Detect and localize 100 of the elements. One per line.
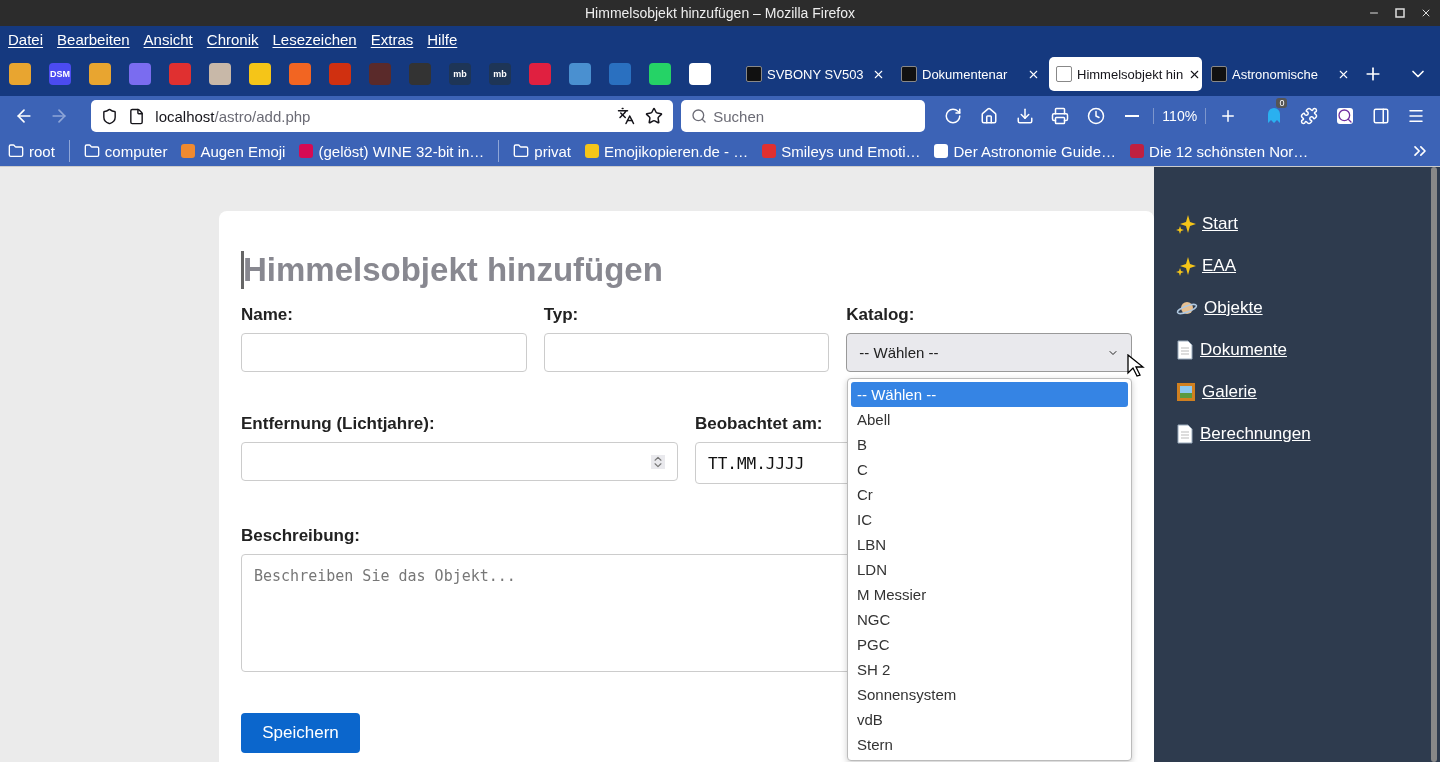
search-icon <box>1336 108 1353 124</box>
sidebar-link[interactable]: Berechnungen <box>1176 423 1311 445</box>
dropdown-option[interactable]: C <box>851 457 1128 482</box>
favicon-icon <box>1211 66 1227 82</box>
pinned-tab-icon[interactable] <box>89 63 111 85</box>
field-label: Beschreibung: <box>241 526 361 546</box>
bookmark[interactable]: (gelöst) WINE 32-bit in… <box>299 142 485 160</box>
dropdown-option[interactable]: Stern <box>851 732 1128 757</box>
pinned-tab-icon[interactable] <box>209 63 231 85</box>
address-field[interactable]: localhost/astro/add.php <box>91 100 674 132</box>
dropdown-option[interactable]: NGC <box>851 607 1128 632</box>
pinned-tab-icon[interactable] <box>249 63 271 85</box>
dropdown-option[interactable]: M Messier <box>851 582 1128 607</box>
dropdown-option[interactable]: Abell <box>851 407 1128 432</box>
dropdown-option[interactable]: vdB <box>851 707 1128 732</box>
browser-tab[interactable]: SVBONY SV503 <box>739 57 892 91</box>
menu-item[interactable]: Lesezeichen <box>272 30 357 48</box>
sidebar-icon <box>1371 107 1390 125</box>
pinned-tab-icon[interactable] <box>569 63 591 85</box>
menu-item[interactable]: Chronik <box>206 30 259 48</box>
bookmark[interactable]: Augen Emoji <box>181 142 286 160</box>
maximize-icon[interactable] <box>1394 7 1406 19</box>
field-label: Typ: <box>543 305 579 325</box>
folder-icon <box>8 143 24 159</box>
dropdown-option[interactable]: B <box>851 432 1128 457</box>
save-button[interactable]: Speichern <box>241 713 360 753</box>
document-icon <box>1176 340 1194 360</box>
home-icon <box>979 107 998 125</box>
minus-icon <box>1124 115 1139 117</box>
scrollbar-thumb[interactable] <box>1430 167 1437 762</box>
window-title: Himmelsobjekt hinzufügen – Mozilla Firefox <box>585 5 855 21</box>
dropdown-option[interactable]: -- Wählen -- <box>851 382 1128 407</box>
pinned-tab-icon[interactable]: mb <box>449 63 471 85</box>
bookmark[interactable]: Smileys und Emoti… <box>762 142 921 160</box>
menu-item[interactable]: Ansicht <box>143 30 193 48</box>
reload-icon <box>944 107 963 125</box>
dropdown-option[interactable]: PGC <box>851 632 1128 657</box>
sidebar-link[interactable]: EAA <box>1176 255 1237 277</box>
sparkles-icon <box>1176 214 1196 234</box>
clock-icon <box>1086 107 1105 125</box>
close-icon[interactable] <box>1420 7 1432 19</box>
favicon-icon <box>901 66 917 82</box>
bookmark-folder[interactable]: root <box>8 142 55 160</box>
dropdown-option[interactable]: IC <box>851 507 1128 532</box>
download-icon <box>1015 107 1034 125</box>
bookmark-folder[interactable]: privat <box>513 142 572 160</box>
favicon-icon <box>746 66 762 82</box>
field-label: Name: <box>241 305 293 325</box>
printer-icon <box>1051 107 1070 125</box>
menu-item[interactable]: Hilfe <box>427 30 458 48</box>
pinned-tab-icon[interactable] <box>529 63 551 85</box>
select-field[interactable]: -- Wählen -- <box>846 333 1132 372</box>
menu-item[interactable]: Bearbeiten <box>57 30 130 48</box>
folder-icon <box>513 143 530 159</box>
framed-picture-icon <box>1176 382 1196 402</box>
dropdown-option[interactable]: LBN <box>851 532 1128 557</box>
puzzle-icon <box>1300 107 1319 125</box>
pinned-tab-icon[interactable] <box>689 63 711 85</box>
spinner-icon[interactable] <box>651 454 665 469</box>
count-badge: 0 <box>1276 98 1288 108</box>
mouse-pointer-icon <box>1127 354 1145 378</box>
star-icon[interactable] <box>645 107 664 125</box>
ghost-icon <box>1266 108 1281 124</box>
document-icon <box>1176 424 1194 444</box>
search-icon <box>691 108 708 124</box>
shield-icon <box>101 107 119 125</box>
browser-tab[interactable]: Himmelsobjekt hin <box>1049 57 1202 91</box>
sidebar-link[interactable]: Galerie <box>1176 381 1257 403</box>
pinned-tab-icon[interactable] <box>649 63 671 85</box>
dropdown-option[interactable]: Sonnensystem <box>851 682 1128 707</box>
browser-tab[interactable]: Dokumentenar <box>894 57 1047 91</box>
bookmark[interactable]: Der Astronomie Guide… <box>934 142 1117 160</box>
field-label: Katalog: <box>846 305 915 325</box>
dropdown-option[interactable]: LDN <box>851 557 1128 582</box>
bookmark-folder[interactable]: computer <box>83 142 168 160</box>
pinned-tab-icon[interactable]: DSM <box>49 63 71 85</box>
pinned-tab-icon[interactable] <box>169 63 191 85</box>
pinned-tab-icon[interactable] <box>9 63 31 85</box>
bookmark[interactable]: Die 12 schönsten Nor… <box>1130 142 1309 160</box>
sidebar-link[interactable]: Objekte <box>1176 297 1263 319</box>
pinned-tab-icon[interactable]: mb <box>489 63 511 85</box>
zoom-level[interactable]: 110% <box>1153 108 1207 124</box>
favicon-icon <box>1056 66 1072 82</box>
page-heading: Himmelsobjekt hinzufügen <box>243 251 663 289</box>
pinned-tab-icon[interactable] <box>289 63 311 85</box>
input-field[interactable] <box>543 333 830 372</box>
menu-item[interactable]: Extras <box>370 30 414 48</box>
text-cursor <box>241 251 244 289</box>
sidebar-link[interactable]: Start <box>1176 213 1238 235</box>
input-field[interactable] <box>241 333 527 372</box>
folder-icon <box>83 143 100 159</box>
number-field[interactable] <box>241 442 678 481</box>
browser-tab[interactable]: Astronomische <box>1204 57 1357 91</box>
bookmark[interactable]: Emojikopieren.de - … <box>585 142 749 160</box>
page-icon <box>128 107 146 125</box>
search-field[interactable]: Suchen <box>681 100 926 132</box>
menu-item[interactable]: Datei <box>8 30 44 48</box>
dropdown-option[interactable]: Cr <box>851 482 1128 507</box>
translate-icon[interactable] <box>617 107 636 125</box>
sidebar-link[interactable]: Dokumente <box>1176 339 1287 361</box>
